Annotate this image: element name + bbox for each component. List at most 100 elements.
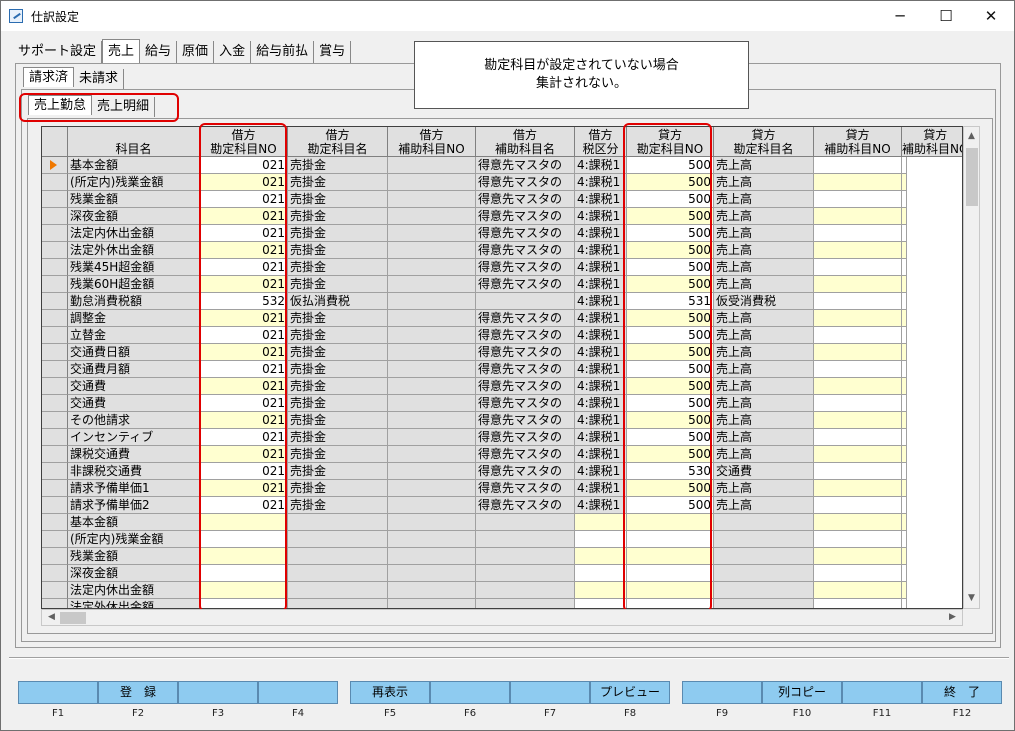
grid-cell[interactable]: 売上高 bbox=[714, 497, 814, 514]
column-header-0[interactable]: 科目名 bbox=[68, 127, 200, 157]
grid-cell[interactable] bbox=[902, 327, 907, 344]
grid-cell[interactable] bbox=[388, 157, 476, 174]
grid-cell[interactable] bbox=[814, 293, 902, 310]
grid-cell[interactable] bbox=[388, 378, 476, 395]
grid-cell[interactable] bbox=[288, 582, 388, 599]
row-header[interactable] bbox=[42, 480, 68, 497]
tab-main-2[interactable]: 給与 bbox=[140, 41, 178, 63]
row-header[interactable] bbox=[42, 276, 68, 293]
grid-cell[interactable] bbox=[388, 548, 476, 565]
row-header[interactable] bbox=[42, 429, 68, 446]
grid-cell[interactable] bbox=[714, 582, 814, 599]
close-button[interactable]: ✕ bbox=[968, 1, 1014, 31]
grid-cell[interactable] bbox=[902, 429, 907, 446]
grid-cell[interactable]: 売掛金 bbox=[288, 378, 388, 395]
grid-cell[interactable] bbox=[814, 480, 902, 497]
grid-cell[interactable] bbox=[288, 565, 388, 582]
function-key-f9[interactable] bbox=[682, 681, 762, 704]
grid-cell[interactable]: 得意先マスタの bbox=[476, 429, 575, 446]
function-key-f3[interactable] bbox=[178, 681, 258, 704]
grid-cell[interactable] bbox=[388, 276, 476, 293]
grid-cell[interactable] bbox=[902, 582, 907, 599]
column-header-2[interactable]: 借方 勘定科目名 bbox=[288, 127, 388, 157]
function-key-f8[interactable]: プレビュー bbox=[590, 681, 670, 704]
grid-cell[interactable] bbox=[814, 225, 902, 242]
grid-cell[interactable] bbox=[902, 293, 907, 310]
grid-cell[interactable]: 得意先マスタの bbox=[476, 480, 575, 497]
grid-cell[interactable] bbox=[388, 208, 476, 225]
grid-cell[interactable]: 売掛金 bbox=[288, 310, 388, 327]
grid-cell[interactable]: 4:課税1 bbox=[575, 480, 627, 497]
column-header-8[interactable]: 貸方 補助科目NO bbox=[814, 127, 902, 157]
grid-cell[interactable] bbox=[714, 565, 814, 582]
grid-cell[interactable] bbox=[476, 599, 575, 608]
grid-cell[interactable] bbox=[714, 531, 814, 548]
grid-cell[interactable]: 売上高 bbox=[714, 344, 814, 361]
tab-main-3[interactable]: 原価 bbox=[177, 41, 215, 63]
grid-cell[interactable]: 4:課税1 bbox=[575, 378, 627, 395]
grid-cell[interactable] bbox=[476, 514, 575, 531]
grid-cell[interactable] bbox=[902, 378, 907, 395]
row-header[interactable] bbox=[42, 463, 68, 480]
vertical-scrollbar[interactable]: ▲ ▼ bbox=[963, 126, 980, 609]
grid-cell[interactable] bbox=[814, 157, 902, 174]
grid-cell[interactable]: 売掛金 bbox=[288, 276, 388, 293]
grid-cell[interactable] bbox=[388, 310, 476, 327]
grid-cell[interactable]: 売上高 bbox=[714, 225, 814, 242]
grid-cell[interactable] bbox=[575, 548, 627, 565]
journal-grid[interactable]: 科目名 借方 勘定科目NO 借方 勘定科目名 借方 補助科目NO 借方 補助科目名 借方 税区分 貸方… bbox=[41, 126, 963, 609]
row-header[interactable] bbox=[42, 446, 68, 463]
grid-cell[interactable] bbox=[814, 259, 902, 276]
grid-cell[interactable]: 売上高 bbox=[714, 157, 814, 174]
grid-cell[interactable] bbox=[388, 599, 476, 608]
grid-cell[interactable] bbox=[388, 361, 476, 378]
grid-cell[interactable] bbox=[902, 276, 907, 293]
scroll-left-icon[interactable]: ◀ bbox=[44, 610, 59, 625]
grid-cell[interactable]: 得意先マスタの bbox=[476, 344, 575, 361]
grid-cell[interactable] bbox=[814, 463, 902, 480]
row-header[interactable] bbox=[42, 310, 68, 327]
tab-main-1[interactable]: 売上 bbox=[102, 39, 141, 63]
grid-cell[interactable] bbox=[388, 259, 476, 276]
grid-cell[interactable]: 4:課税1 bbox=[575, 174, 627, 191]
grid-cell[interactable]: 4:課税1 bbox=[575, 225, 627, 242]
grid-cell[interactable]: 売上高 bbox=[714, 429, 814, 446]
grid-cell[interactable]: 売掛金 bbox=[288, 242, 388, 259]
grid-cell[interactable]: 得意先マスタの bbox=[476, 276, 575, 293]
row-header[interactable] bbox=[42, 361, 68, 378]
grid-cell[interactable] bbox=[388, 446, 476, 463]
grid-cell[interactable] bbox=[902, 446, 907, 463]
tab-main-5[interactable]: 給与前払 bbox=[251, 41, 315, 63]
grid-cell[interactable] bbox=[388, 531, 476, 548]
grid-cell[interactable] bbox=[902, 395, 907, 412]
grid-cell[interactable]: 4:課税1 bbox=[575, 497, 627, 514]
grid-cell[interactable] bbox=[814, 395, 902, 412]
grid-cell[interactable] bbox=[814, 497, 902, 514]
grid-cell[interactable]: 4:課税1 bbox=[575, 293, 627, 310]
grid-cell[interactable] bbox=[388, 463, 476, 480]
grid-cell[interactable] bbox=[388, 174, 476, 191]
grid-cell[interactable] bbox=[814, 344, 902, 361]
grid-cell[interactable] bbox=[388, 412, 476, 429]
grid-cell[interactable]: 売上高 bbox=[714, 174, 814, 191]
function-key-f4[interactable] bbox=[258, 681, 338, 704]
grid-cell[interactable]: 売掛金 bbox=[288, 259, 388, 276]
grid-cell[interactable] bbox=[575, 565, 627, 582]
grid-cell[interactable] bbox=[902, 497, 907, 514]
row-header[interactable] bbox=[42, 582, 68, 599]
row-header[interactable] bbox=[42, 412, 68, 429]
grid-cell[interactable]: 売上高 bbox=[714, 276, 814, 293]
grid-cell[interactable] bbox=[814, 174, 902, 191]
function-key-f1[interactable] bbox=[18, 681, 98, 704]
grid-cell[interactable] bbox=[814, 378, 902, 395]
grid-cell[interactable]: 売掛金 bbox=[288, 225, 388, 242]
grid-cell[interactable]: 売上高 bbox=[714, 378, 814, 395]
grid-cell[interactable] bbox=[902, 157, 907, 174]
grid-cell[interactable] bbox=[388, 582, 476, 599]
grid-cell[interactable]: 売掛金 bbox=[288, 463, 388, 480]
grid-cell[interactable]: 4:課税1 bbox=[575, 191, 627, 208]
grid-cell[interactable]: 売上高 bbox=[714, 310, 814, 327]
grid-cell[interactable]: 得意先マスタの bbox=[476, 174, 575, 191]
grid-cell[interactable]: 得意先マスタの bbox=[476, 225, 575, 242]
tab-main-0[interactable]: サポート設定 bbox=[13, 41, 103, 63]
